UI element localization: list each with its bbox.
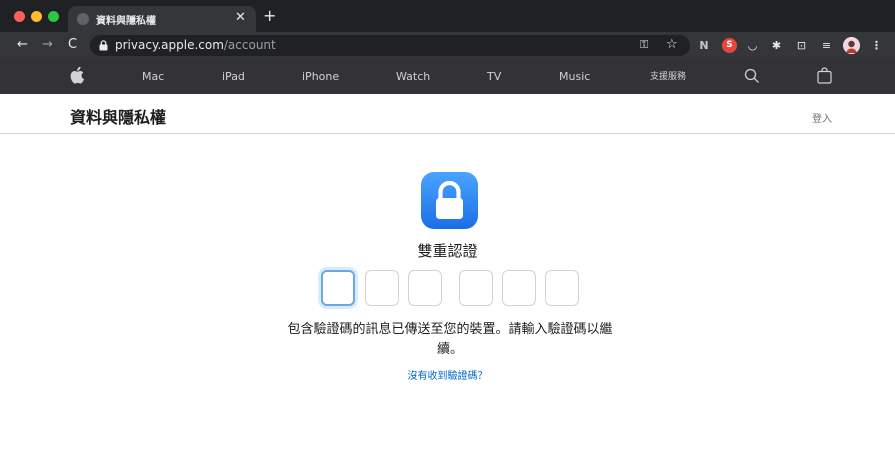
nav-item-iphone[interactable]: iPhone — [302, 69, 339, 84]
apple-logo-icon[interactable] — [70, 66, 84, 84]
search-icon[interactable] — [744, 68, 760, 84]
extensions-puzzle-icon[interactable]: ✱ — [769, 38, 784, 53]
lock-icon — [99, 40, 108, 51]
bookmark-star-icon[interactable]: ☆ — [666, 37, 678, 52]
apple-global-nav: Mac iPad iPhone Watch TV Music 支援服務 — [0, 59, 895, 94]
resend-code-link[interactable]: 沒有收到驗證碼？ — [0, 367, 895, 382]
key-icon[interactable]: ⚿ — [640, 38, 648, 52]
extension-s-icon[interactable]: S — [722, 38, 737, 53]
url-text[interactable]: privacy.apple.com/account — [115, 38, 276, 53]
code-digit-3-input[interactable] — [408, 270, 442, 306]
local-nav: 資料與隱私權 登入 — [0, 94, 895, 134]
address-bar[interactable]: privacy.apple.com/account ⚿ ☆ — [90, 35, 690, 56]
code-digit-6-input[interactable] — [545, 270, 579, 306]
sign-in-link[interactable]: 登入 — [812, 110, 832, 125]
nav-item-watch[interactable]: Watch — [396, 69, 430, 84]
maximize-window-button[interactable] — [48, 11, 59, 22]
close-window-button[interactable] — [14, 11, 25, 22]
url-path: /account — [223, 38, 276, 52]
verification-message: 包含驗證碼的訊息已傳送至您的裝置。請輸入驗證碼以繼續。 — [287, 322, 613, 357]
forward-arrow-icon[interactable]: → — [42, 36, 53, 54]
extension-n-icon[interactable]: N — [697, 38, 711, 53]
code-digit-5-input[interactable] — [502, 270, 536, 306]
shopping-bag-icon[interactable] — [817, 67, 832, 84]
code-digit-1-input[interactable] — [321, 270, 355, 306]
nav-item-mac[interactable]: Mac — [142, 69, 164, 84]
code-digit-2-input[interactable] — [365, 270, 399, 306]
cast-icon[interactable]: ⊡ — [794, 38, 809, 53]
back-arrow-icon[interactable]: ← — [17, 36, 28, 54]
pocket-icon[interactable]: ◡ — [745, 38, 760, 53]
code-digit-4-input[interactable] — [459, 270, 493, 306]
avatar-icon — [843, 37, 860, 54]
browser-menu-icon[interactable]: ⋮ — [871, 38, 882, 53]
new-tab-button[interactable]: + — [263, 6, 276, 26]
nav-item-music[interactable]: Music — [559, 69, 590, 84]
page-title: 資料與隱私權 — [70, 108, 167, 127]
reload-icon[interactable]: C — [68, 36, 77, 54]
browser-tab-strip: 資料與隱私權 ✕ + — [0, 0, 895, 32]
reading-list-icon[interactable]: ≡ — [819, 38, 834, 53]
browser-toolbar: ← → C privacy.apple.com/account ⚿ ☆ — [0, 32, 895, 59]
minimize-window-button[interactable] — [31, 11, 42, 22]
padlock-icon — [436, 180, 463, 219]
profile-avatar[interactable] — [843, 37, 860, 54]
browser-tab[interactable]: 資料與隱私權 ✕ — [68, 6, 256, 32]
nav-item-ipad[interactable]: iPad — [222, 69, 245, 84]
tab-close-icon[interactable]: ✕ — [235, 10, 246, 26]
url-host: privacy.apple.com — [115, 38, 224, 52]
nav-item-support[interactable]: 支援服務 — [650, 70, 686, 85]
lock-app-icon — [421, 172, 478, 229]
tab-title: 資料與隱私權 — [96, 16, 156, 27]
two-factor-title: 雙重認證 — [417, 242, 478, 260]
nav-item-tv[interactable]: TV — [487, 69, 501, 84]
apple-favicon-icon — [77, 13, 89, 25]
